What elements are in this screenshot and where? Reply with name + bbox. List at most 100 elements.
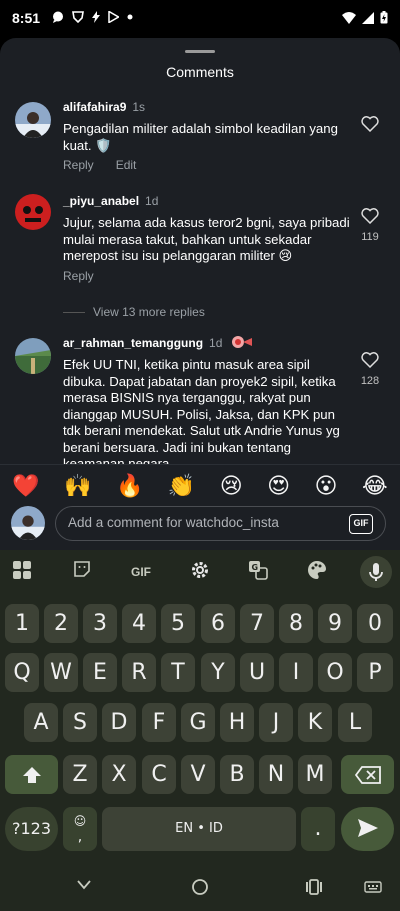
key-a[interactable]: A xyxy=(24,703,58,742)
key-r[interactable]: R xyxy=(122,653,156,692)
comment-input[interactable] xyxy=(68,515,338,530)
battery-icon xyxy=(380,11,388,24)
key-w[interactable]: W xyxy=(44,653,78,692)
settings-gear-icon[interactable] xyxy=(188,560,212,584)
key-d[interactable]: D xyxy=(102,703,136,742)
backspace-icon xyxy=(354,766,381,784)
key-b[interactable]: B xyxy=(220,755,254,794)
comment-username[interactable]: ar_rahman_temanggung xyxy=(63,336,203,350)
gif-tool[interactable]: GIF xyxy=(127,560,155,584)
divider xyxy=(63,311,85,313)
key-e[interactable]: E xyxy=(83,653,117,692)
recents-icon[interactable] xyxy=(305,879,323,895)
comment-time: 1d xyxy=(209,336,223,350)
send-key[interactable] xyxy=(341,807,394,851)
backspace-key[interactable] xyxy=(341,755,394,794)
notification-icons xyxy=(52,11,133,23)
emoji-clap[interactable]: 👏 xyxy=(168,473,195,499)
key-h[interactable]: H xyxy=(220,703,254,742)
shield-app-icon xyxy=(72,11,84,23)
comment-input-box[interactable]: GIF xyxy=(55,506,386,541)
drag-handle[interactable] xyxy=(185,50,215,53)
mic-button[interactable] xyxy=(360,556,392,588)
view-more-replies-label: View 13 more replies xyxy=(93,305,205,319)
key-k[interactable]: K xyxy=(298,703,332,742)
shift-key[interactable] xyxy=(5,755,58,794)
avatar[interactable] xyxy=(15,338,51,374)
key-u[interactable]: U xyxy=(240,653,274,692)
key-n[interactable]: N xyxy=(259,755,293,794)
gif-button[interactable]: GIF xyxy=(349,514,373,534)
key-8[interactable]: 8 xyxy=(279,604,313,643)
emoji-crying[interactable]: 😢 xyxy=(220,473,243,499)
comment-text: Efek UU TNI, ketika pintu masuk area sip… xyxy=(63,357,340,471)
reply-button[interactable]: Reply xyxy=(63,269,94,283)
key-i[interactable]: I xyxy=(279,653,313,692)
emoji-raised-hands[interactable]: 🙌 xyxy=(64,473,91,499)
key-3[interactable]: 3 xyxy=(83,604,117,643)
apps-grid-icon[interactable] xyxy=(10,560,34,584)
like-button[interactable]: 119 xyxy=(360,208,380,243)
like-count: 119 xyxy=(361,231,379,243)
key-s[interactable]: S xyxy=(63,703,97,742)
key-o[interactable]: O xyxy=(318,653,352,692)
key-x[interactable]: X xyxy=(102,755,136,794)
key-v[interactable]: V xyxy=(181,755,215,794)
navigation-bar xyxy=(0,861,400,911)
symbols-key[interactable]: ?123 xyxy=(5,807,58,851)
clock: 8:51 xyxy=(12,10,41,26)
key-p[interactable]: P xyxy=(357,653,393,692)
emoji-heart-eyes[interactable]: 😍 xyxy=(267,473,290,499)
heart-icon xyxy=(361,208,379,225)
key-f[interactable]: F xyxy=(142,703,176,742)
translate-icon[interactable]: G xyxy=(246,560,270,584)
key-t[interactable]: T xyxy=(161,653,195,692)
reply-button[interactable]: Reply xyxy=(63,158,94,172)
key-9[interactable]: 9 xyxy=(318,604,352,643)
key-m[interactable]: M xyxy=(298,755,332,794)
space-key[interactable]: EN • ID xyxy=(102,807,296,851)
key-6[interactable]: 6 xyxy=(201,604,235,643)
comment-username[interactable]: _piyu_anabel xyxy=(63,194,139,208)
key-l[interactable]: L xyxy=(338,703,372,742)
key-1[interactable]: 1 xyxy=(5,604,39,643)
keyboard-switch-icon[interactable] xyxy=(364,881,382,893)
key-c[interactable]: C xyxy=(142,755,176,794)
status-bar: 8:51 xyxy=(0,0,400,38)
comma-label: , xyxy=(77,829,83,845)
emoji-surprised[interactable]: 😮 xyxy=(315,473,338,499)
comment-time: 1s xyxy=(132,100,146,114)
like-button[interactable]: 128 xyxy=(360,352,380,387)
key-5[interactable]: 5 xyxy=(161,604,195,643)
avatar[interactable] xyxy=(15,102,51,138)
key-0[interactable]: 0 xyxy=(357,604,393,643)
emoji-laughing[interactable]: 😂 xyxy=(362,473,388,499)
home-icon[interactable] xyxy=(191,878,209,896)
avatar[interactable] xyxy=(15,194,51,230)
key-z[interactable]: Z xyxy=(63,755,97,794)
comment-username[interactable]: alifafahira9 xyxy=(63,100,126,114)
bolt-icon xyxy=(92,11,100,23)
send-icon xyxy=(357,819,378,837)
comment-composer: GIF xyxy=(0,500,400,550)
edit-button[interactable]: Edit xyxy=(116,158,137,172)
palette-icon[interactable] xyxy=(305,560,329,584)
key-g[interactable]: G xyxy=(181,703,215,742)
key-j[interactable]: J xyxy=(259,703,293,742)
period-key[interactable]: . xyxy=(301,807,335,851)
view-more-replies[interactable]: View 13 more replies xyxy=(63,305,205,319)
key-7[interactable]: 7 xyxy=(240,604,274,643)
sheet-title: Comments xyxy=(166,64,234,80)
emoji-heart[interactable]: ❤️ xyxy=(12,473,39,499)
hide-keyboard-icon[interactable] xyxy=(76,879,92,891)
key-q[interactable]: Q xyxy=(5,653,39,692)
shift-icon xyxy=(22,767,41,783)
emoji-fire[interactable]: 🔥 xyxy=(116,473,143,499)
key-2[interactable]: 2 xyxy=(44,604,78,643)
like-button[interactable] xyxy=(360,116,380,137)
chat-bubble-icon xyxy=(53,11,63,23)
key-y[interactable]: Y xyxy=(201,653,235,692)
sticker-icon[interactable] xyxy=(70,560,94,584)
emoji-comma-key[interactable]: ☺ , xyxy=(63,807,97,851)
key-4[interactable]: 4 xyxy=(122,604,156,643)
